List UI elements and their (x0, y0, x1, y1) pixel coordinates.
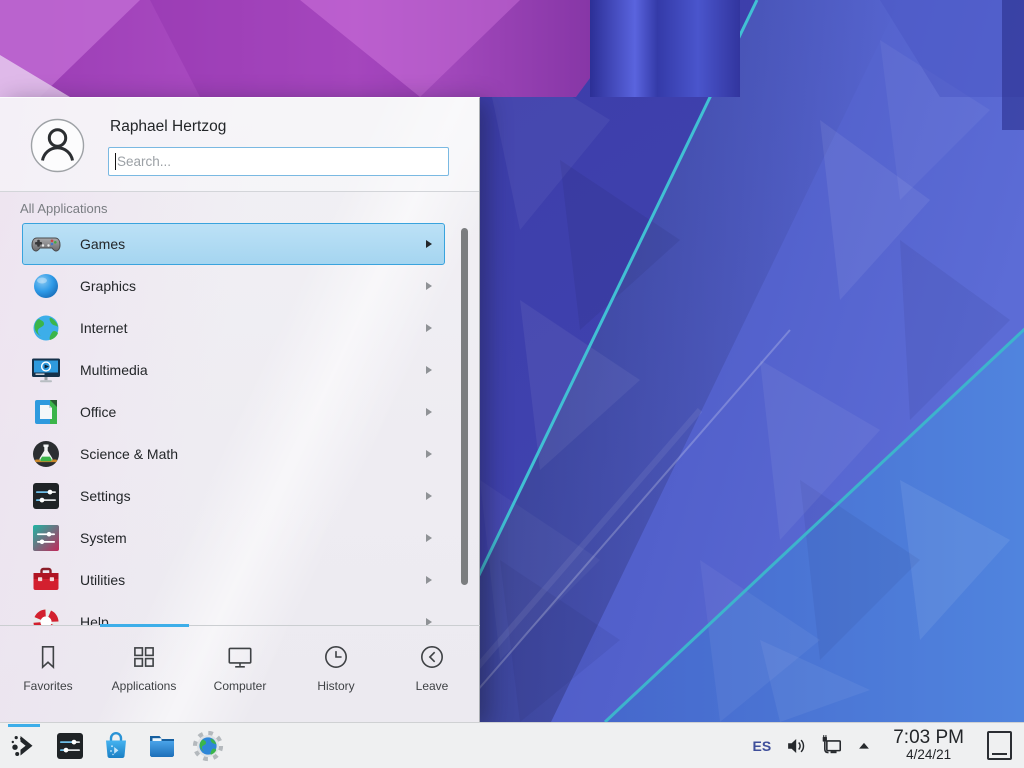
konqueror-globe-icon (192, 730, 224, 762)
category-internet[interactable]: Internet (22, 307, 445, 349)
taskbar-app-web-browser[interactable] (192, 730, 224, 762)
clock-widget[interactable]: 7:03 PM 4/24/21 (893, 728, 964, 763)
taskbar-panel: ES 7:03 PM 4/24/21 (0, 722, 1024, 768)
launcher-tabbar: Favorites Applications Computer History … (0, 628, 480, 723)
tab-label: Computer (214, 679, 267, 693)
category-label: Multimedia (80, 362, 426, 378)
system-settings-icon (54, 730, 86, 762)
user-avatar[interactable] (30, 118, 85, 173)
category-office[interactable]: Office (22, 391, 445, 433)
tabbar-separator (0, 625, 480, 626)
globe-icon (30, 312, 62, 344)
help-lifering-icon (30, 606, 62, 625)
category-label: Internet (80, 320, 426, 336)
gamepad-icon (30, 228, 62, 260)
leave-back-icon (417, 642, 447, 672)
application-launcher-menu: Raphael Hertzog All Applications Games G… (0, 97, 480, 722)
application-launcher-button[interactable] (8, 730, 40, 762)
section-label: All Applications (20, 201, 107, 216)
list-scrollbar[interactable] (461, 228, 468, 585)
tab-history[interactable]: History (288, 628, 384, 723)
submenu-arrow-icon (426, 450, 432, 458)
bookmark-icon (33, 642, 63, 672)
category-label: Office (80, 404, 426, 420)
text-caret (115, 153, 116, 170)
category-label: Settings (80, 488, 426, 504)
clock-time: 7:03 PM (893, 728, 964, 749)
graphics-sphere-icon (30, 270, 62, 302)
wired-network-icon[interactable] (819, 734, 843, 758)
tab-label: History (317, 679, 354, 693)
taskbar-app-file-manager[interactable] (146, 730, 178, 762)
tab-label: Favorites (23, 679, 72, 693)
submenu-arrow-icon (426, 618, 432, 625)
system-tray: ES 7:03 PM 4/24/21 (753, 728, 1024, 763)
computer-monitor-icon (225, 642, 255, 672)
submenu-arrow-icon (426, 324, 432, 332)
submenu-arrow-icon (426, 240, 432, 248)
category-label: Graphics (80, 278, 426, 294)
science-flask-icon (30, 438, 62, 470)
tab-label: Leave (416, 679, 449, 693)
utilities-toolbox-icon (30, 564, 62, 596)
app-grid-icon (129, 642, 159, 672)
discover-bag-icon (100, 730, 132, 762)
category-label: Games (80, 236, 426, 252)
submenu-arrow-icon (426, 492, 432, 500)
tab-favorites[interactable]: Favorites (0, 628, 96, 723)
user-name: Raphael Hertzog (110, 118, 226, 136)
submenu-arrow-icon (426, 408, 432, 416)
category-label: System (80, 530, 426, 546)
show-desktop-button[interactable] (987, 731, 1012, 760)
active-tab-indicator (100, 624, 189, 627)
submenu-arrow-icon (426, 366, 432, 374)
category-settings[interactable]: Settings (22, 475, 445, 517)
history-clock-icon (321, 642, 351, 672)
settings-sliders-icon (30, 480, 62, 512)
category-science-math[interactable]: Science & Math (22, 433, 445, 475)
launcher-header: Raphael Hertzog (0, 98, 479, 192)
system-sliders-icon (30, 522, 62, 554)
category-help[interactable]: Help (22, 601, 445, 625)
tab-leave[interactable]: Leave (384, 628, 480, 723)
search-field-wrap (108, 147, 449, 176)
kde-launcher-icon (8, 730, 40, 762)
category-graphics[interactable]: Graphics (22, 265, 445, 307)
category-multimedia[interactable]: Multimedia (22, 349, 445, 391)
category-list: Games Graphics Internet Multimedia Offic… (0, 223, 480, 625)
search-input[interactable] (108, 147, 449, 176)
submenu-arrow-icon (426, 576, 432, 584)
tab-applications[interactable]: Applications (96, 628, 192, 723)
multimedia-monitor-icon (30, 354, 62, 386)
tab-label: Applications (112, 679, 177, 693)
category-system[interactable]: System (22, 517, 445, 559)
taskbar-left (0, 730, 224, 762)
folder-icon (146, 730, 178, 762)
keyboard-layout-indicator[interactable]: ES (753, 738, 772, 754)
office-document-icon (30, 396, 62, 428)
tab-computer[interactable]: Computer (192, 628, 288, 723)
taskbar-app-system-settings[interactable] (54, 730, 86, 762)
volume-icon[interactable] (784, 735, 806, 757)
clock-date: 4/24/21 (893, 748, 964, 763)
submenu-arrow-icon (426, 282, 432, 290)
submenu-arrow-icon (426, 534, 432, 542)
taskbar-app-discover[interactable] (100, 730, 132, 762)
category-games[interactable]: Games (22, 223, 445, 265)
category-label: Science & Math (80, 446, 426, 462)
category-label: Utilities (80, 572, 426, 588)
expand-tray-icon[interactable] (856, 738, 872, 754)
category-utilities[interactable]: Utilities (22, 559, 445, 601)
